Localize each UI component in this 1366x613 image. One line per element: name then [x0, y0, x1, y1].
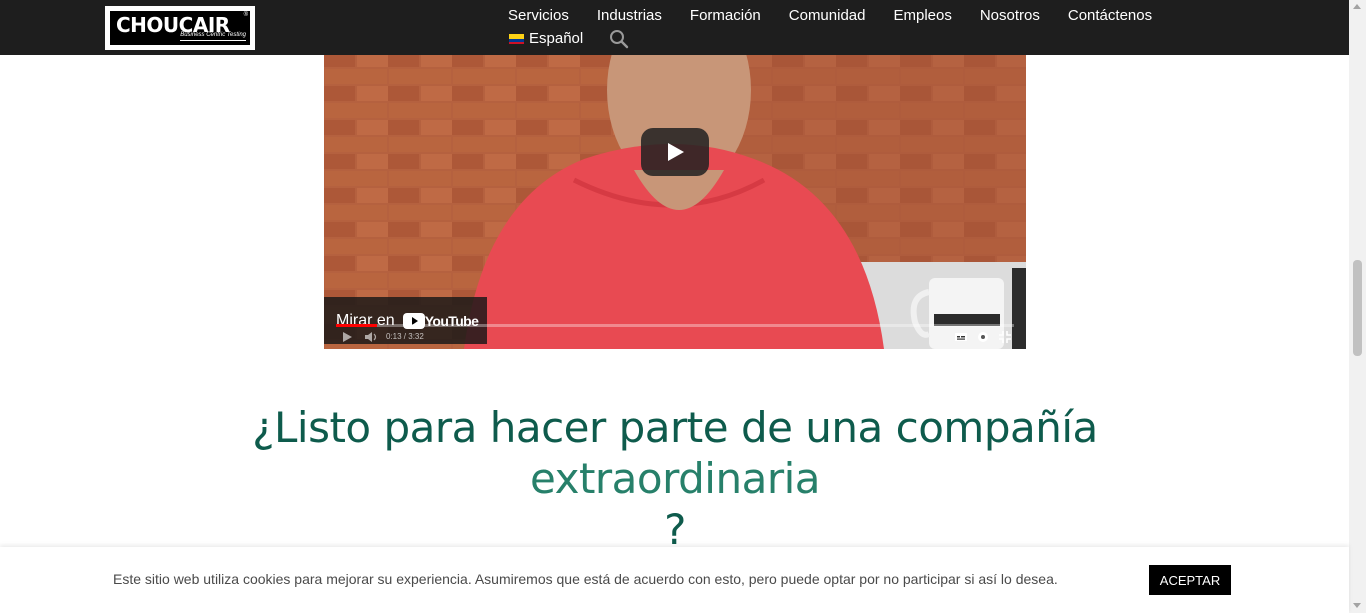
search-icon[interactable] — [609, 29, 629, 49]
volume-icon[interactable] — [364, 330, 378, 344]
scrollbar-thumb[interactable] — [1353, 260, 1362, 356]
accept-cookies-button[interactable]: ACEPTAR — [1149, 565, 1231, 595]
nav-item-industrias[interactable]: Industrias — [597, 6, 662, 26]
nav-item-formacion[interactable]: Formación — [690, 6, 761, 26]
subtitles-icon[interactable] — [954, 330, 968, 344]
page-scrollbar[interactable] — [1349, 0, 1366, 613]
join-company-heading: ¿Listo para hacer parte de una compañía … — [110, 402, 1240, 555]
heading-main-text: ¿Listo para hacer parte de una compañía — [252, 403, 1098, 452]
cookie-notice-text: Este sitio web utiliza cookies para mejo… — [113, 571, 1058, 587]
play-button[interactable] — [641, 128, 709, 176]
logo-box: CHOUCAIR ® Business Centric Testing — [110, 11, 250, 45]
language-selector[interactable]: Español — [509, 30, 583, 48]
fullscreen-exit-icon[interactable] — [998, 330, 1012, 344]
scroll-down-arrow-icon[interactable] — [1353, 603, 1361, 608]
colombia-flag-icon — [509, 34, 524, 44]
heading-accent-text: extraordinaria — [529, 454, 821, 503]
settings-icon[interactable] — [976, 330, 990, 344]
registered-mark: ® — [243, 12, 248, 18]
nav-item-comunidad[interactable]: Comunidad — [789, 6, 866, 26]
language-label: Español — [529, 30, 584, 47]
main-nav: Servicios Industrias Formación Comunidad… — [508, 6, 1180, 26]
nav-item-empleos[interactable]: Empleos — [893, 6, 951, 26]
site-header: CHOUCAIR ® Business Centric Testing Serv… — [0, 0, 1349, 55]
logo-tagline: Business Centric Testing — [180, 32, 246, 41]
cookie-consent-bar: Este sitio web utiliza cookies para mejo… — [0, 547, 1349, 613]
nav-item-nosotros[interactable]: Nosotros — [980, 6, 1040, 26]
scroll-up-arrow-icon[interactable] — [1353, 4, 1361, 9]
video-time: 0:13 / 3:32 — [386, 332, 424, 341]
video-progress-bar[interactable] — [336, 324, 1014, 327]
play-icon[interactable] — [340, 330, 354, 344]
nav-item-servicios[interactable]: Servicios — [508, 6, 569, 26]
choucair-logo[interactable]: CHOUCAIR ® Business Centric Testing — [105, 6, 255, 50]
nav-item-contactenos[interactable]: Contáctenos — [1068, 6, 1152, 26]
video-progress-fill — [336, 324, 377, 327]
